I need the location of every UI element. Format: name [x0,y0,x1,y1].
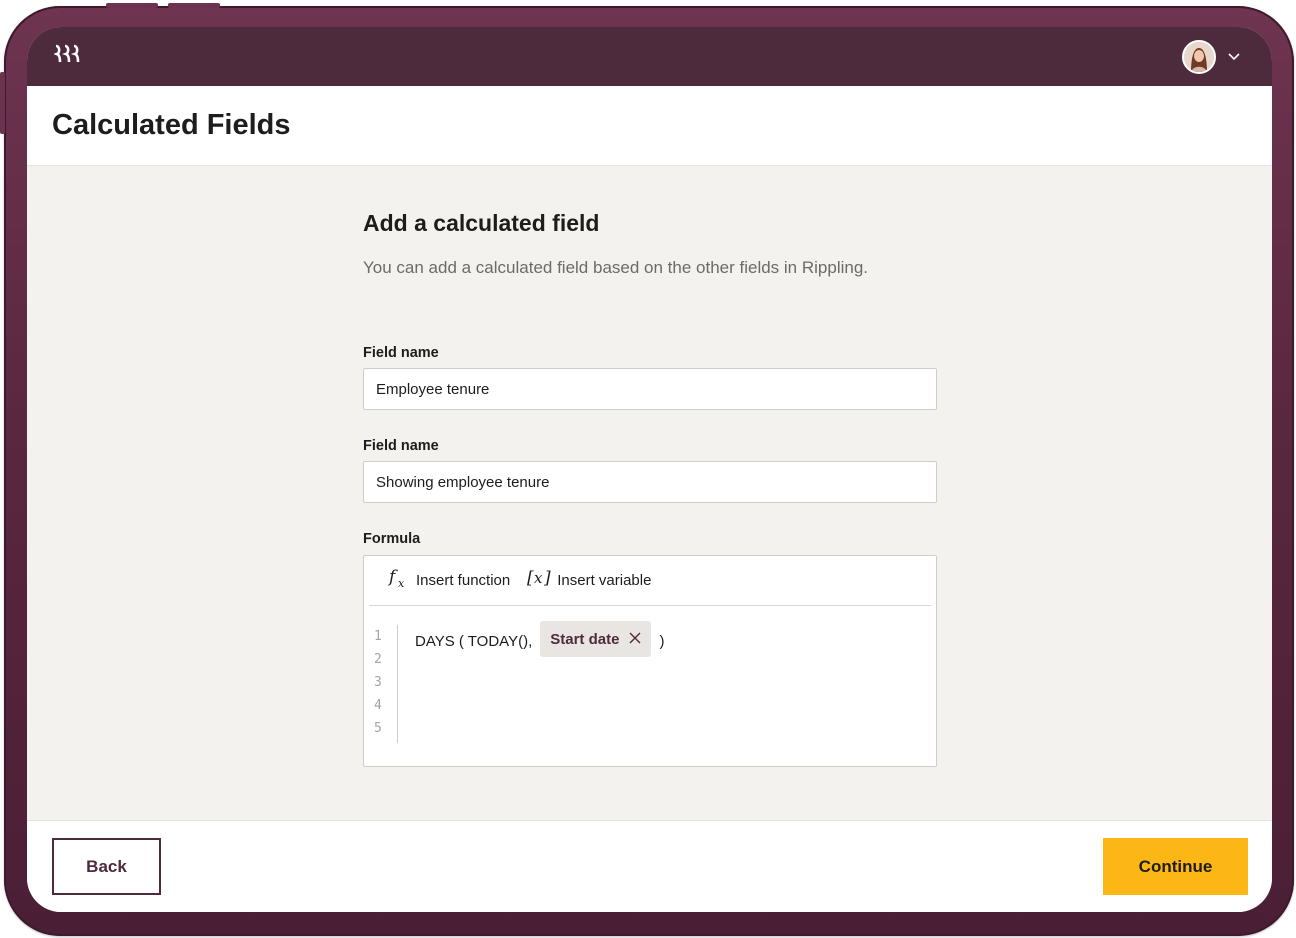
page-header: Calculated Fields [27,86,1272,166]
variable-chip-label: Start date [550,630,620,648]
line-number: 2 [374,652,382,667]
user-menu[interactable] [1182,39,1240,74]
rippling-logo-icon-svg [52,44,80,62]
insert-variable-label: Insert variable [557,572,652,589]
back-button[interactable]: Back [52,838,161,895]
code-editor[interactable]: 1 2 3 4 5 DAYS ( TODAY(), Start date) [364,621,936,744]
formula-toolbar: f x Insert function [ x ] Insert variabl… [369,556,931,606]
chevron-down-svg [1228,53,1240,61]
insert-variable-button[interactable]: [ x ] Insert variable [527,567,651,594]
screen: Calculated Fields Add a calculated field… [27,27,1272,912]
top-nav-bar [27,27,1272,86]
device-button-side [0,72,5,134]
form-description: You can add a calculated field based on … [363,258,869,277]
formula-label: Formula [363,531,421,547]
function-icon: f x [387,567,410,594]
formula-editor[interactable]: f x Insert function [ x ] Insert variabl… [363,555,937,767]
insert-function-label: Insert function [416,572,511,589]
device-button-top [106,3,158,8]
svg-text:x: x [534,569,543,587]
continue-button[interactable]: Continue [1103,838,1248,895]
field-description-label: Field name [363,438,439,454]
field-name-input[interactable] [363,368,937,410]
form-title: Add a calculated field [363,210,600,236]
field-name-label: Field name [363,345,439,361]
function-icon-svg: f x [387,567,405,590]
svg-text:f: f [388,567,398,587]
code-suffix: ) [659,632,665,650]
line-number: 1 [374,629,382,644]
code-prefix: DAYS ( TODAY(), [415,632,533,650]
svg-text:x: x [398,577,405,589]
line-number: 4 [374,698,382,713]
insert-function-button[interactable]: f x Insert function [387,567,511,594]
avatar-portrait [1184,41,1214,72]
variable-chip-start-date[interactable]: Start date [540,621,652,657]
line-number: 3 [374,675,382,690]
close-icon[interactable] [629,631,641,648]
svg-text:[: [ [527,568,534,588]
calculated-field-form: Add a calculated field You can add a cal… [363,210,937,767]
line-number: 5 [374,721,382,736]
rippling-logo-icon[interactable] [52,44,82,70]
chevron-down-icon[interactable] [1228,49,1240,64]
device-button-top [168,3,220,8]
close-icon-svg [629,632,641,643]
variable-icon: [ x ] [527,567,551,594]
field-description-input[interactable] [363,461,937,503]
page-title: Calculated Fields [52,109,291,141]
formula-code-line[interactable]: DAYS ( TODAY(), Start date ) [415,621,665,657]
svg-text:]: ] [543,568,551,588]
footer-bar: Back Continue [27,820,1272,912]
variable-icon-svg: [ x ] [527,568,551,588]
line-number-gutter: 1 2 3 4 5 [374,625,398,743]
user-avatar-icon[interactable] [1182,39,1216,74]
